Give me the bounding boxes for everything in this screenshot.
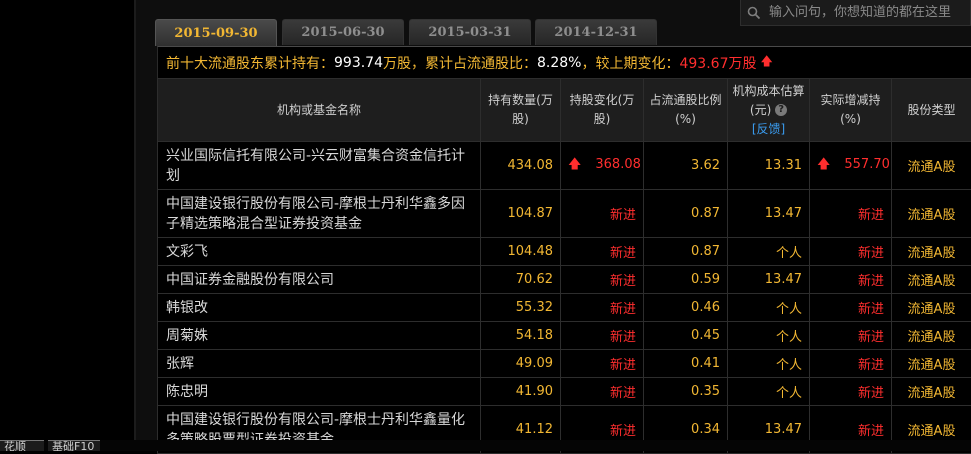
up-arrow-icon: 🡅 [817,155,830,177]
holder-name[interactable]: 中国建设银行股份有限公司-摩根士丹利华鑫多因子精选策略混合型证券投资基金 [158,190,481,238]
table-row[interactable]: 中国证券金融股份有限公司 70.62 新进 0.59 13.47 新进 流通A股 [158,266,971,294]
header-type[interactable]: 股份类型 [892,79,971,142]
holding-qty: 54.18 [481,322,561,350]
table-row[interactable]: 韩银改 55.32 新进 0.46 个人 新进 流通A股 [158,294,971,322]
feedback-link[interactable]: [反馈] [752,122,785,136]
holding-qty: 104.48 [481,238,561,266]
search-input[interactable] [769,5,964,20]
holding-change: 新进 [561,322,644,350]
float-ratio: 0.87 [644,238,728,266]
search-box[interactable] [740,0,971,26]
summary-change-value: 493.67万股 [679,53,756,73]
header-change[interactable]: 持股变化(万股) [561,79,644,142]
table-row[interactable]: 中国建设银行股份有限公司-摩根士丹利华鑫多因子精选策略混合型证券投资基金 104… [158,190,971,238]
holding-change: 新进 [561,378,644,406]
table-row[interactable]: 文彩飞 104.48 新进 0.87 个人 新进 流通A股 [158,238,971,266]
float-ratio: 3.62 [644,142,728,190]
actual-change: 新进 [810,378,892,406]
holding-change-value: 368.08 [595,157,641,172]
holding-qty: 70.62 [481,266,561,294]
top-holders-table: 机构或基金名称 持有数量(万股) 持股变化(万股) 占流通股比例(%) 机构成本… [157,78,971,454]
holding-change: 新进 [561,350,644,378]
summary-ratio-value: 8.28% [537,55,581,71]
header-cost-label: 机构成本估算(元) [732,84,804,117]
share-type: 流通A股 [892,294,971,322]
up-arrow-icon: 🡅 [760,52,772,73]
summary-change-label: ，较上期变化： [581,53,679,73]
tab-2015-03-31[interactable]: 2015-03-31 [409,19,531,45]
summary-holding-unit: 万股，累计占流通股比： [383,53,537,73]
cost-estimate: 13.31 [728,142,810,190]
bottom-tab-basic-f10[interactable]: 基础F10 [48,440,100,451]
table-row[interactable]: 张辉 49.09 新进 0.41 个人 新进 流通A股 [158,350,971,378]
actual-change: 新进 [810,190,892,238]
header-name[interactable]: 机构或基金名称 [158,79,481,142]
search-icon[interactable] [741,1,767,25]
actual-change: 新进 [810,322,892,350]
help-icon[interactable]: ? [775,104,787,116]
cost-estimate: 13.47 [728,190,810,238]
holder-name[interactable]: 兴业国际信托有限公司-兴云财富集合资金信托计划 [158,142,481,190]
holder-name[interactable]: 陈忠明 [158,378,481,406]
table-row[interactable]: 陈忠明 41.90 新进 0.35 个人 新进 流通A股 [158,378,971,406]
tab-2014-12-31[interactable]: 2014-12-31 [535,19,657,45]
actual-change: 新进 [810,294,892,322]
holder-name[interactable]: 周菊姝 [158,322,481,350]
share-type: 流通A股 [892,142,971,190]
holders-summary: 前十大流通股东累计持有： 993.74 万股，累计占流通股比： 8.28% ，较… [157,46,971,78]
header-actual[interactable]: 实际增减持(%) [810,79,892,142]
share-type: 流通A股 [892,378,971,406]
float-ratio: 0.87 [644,190,728,238]
actual-change-value: 557.70 [844,157,890,172]
holding-qty: 104.87 [481,190,561,238]
float-ratio: 0.59 [644,266,728,294]
cost-estimate: 13.47 [728,266,810,294]
tab-2015-09-30[interactable]: 2015-09-30 [155,19,277,46]
cost-estimate: 个人 [728,294,810,322]
float-ratio: 0.46 [644,294,728,322]
cost-estimate: 个人 [728,350,810,378]
tab-2015-06-30[interactable]: 2015-06-30 [282,19,404,45]
table-row[interactable]: 兴业国际信托有限公司-兴云财富集合资金信托计划 434.08 🡅 368.08 3… [158,142,971,190]
holding-change: 🡅 368.08 [561,142,644,190]
share-type: 流通A股 [892,266,971,294]
holding-change: 新进 [561,238,644,266]
actual-change: 🡅 557.70 [810,142,892,190]
share-type: 流通A股 [892,350,971,378]
cost-estimate: 个人 [728,378,810,406]
table-header-row: 机构或基金名称 持有数量(万股) 持股变化(万股) 占流通股比例(%) 机构成本… [158,79,971,142]
summary-prefix: 前十大流通股东累计持有： [166,53,334,73]
holder-name[interactable]: 韩银改 [158,294,481,322]
header-ratio[interactable]: 占流通股比例(%) [644,79,728,142]
header-qty[interactable]: 持有数量(万股) [481,79,561,142]
left-panel [0,0,134,440]
actual-change: 新进 [810,266,892,294]
cost-estimate: 个人 [728,238,810,266]
header-cost[interactable]: 机构成本估算(元) ? [反馈] [728,79,810,142]
holder-name[interactable]: 文彩飞 [158,238,481,266]
holder-name[interactable]: 中国证券金融股份有限公司 [158,266,481,294]
actual-change: 新进 [810,350,892,378]
bottom-tab-bar [0,440,971,451]
holding-qty: 49.09 [481,350,561,378]
share-type: 流通A股 [892,322,971,350]
actual-change: 新进 [810,238,892,266]
share-type: 流通A股 [892,238,971,266]
holding-change: 新进 [561,294,644,322]
float-ratio: 0.45 [644,322,728,350]
up-arrow-icon: 🡅 [568,155,581,177]
holder-name[interactable]: 张辉 [158,350,481,378]
holding-change: 新进 [561,266,644,294]
cost-estimate: 个人 [728,322,810,350]
holding-qty: 55.32 [481,294,561,322]
holding-change: 新进 [561,190,644,238]
holding-qty: 41.90 [481,378,561,406]
float-ratio: 0.35 [644,378,728,406]
bottom-tab-hexin-f10[interactable]: 花顺F10 [0,440,44,451]
summary-holding-value: 993.74 [334,55,383,71]
table-row[interactable]: 周菊姝 54.18 新进 0.45 个人 新进 流通A股 [158,322,971,350]
holding-qty: 434.08 [481,142,561,190]
float-ratio: 0.41 [644,350,728,378]
share-type: 流通A股 [892,190,971,238]
